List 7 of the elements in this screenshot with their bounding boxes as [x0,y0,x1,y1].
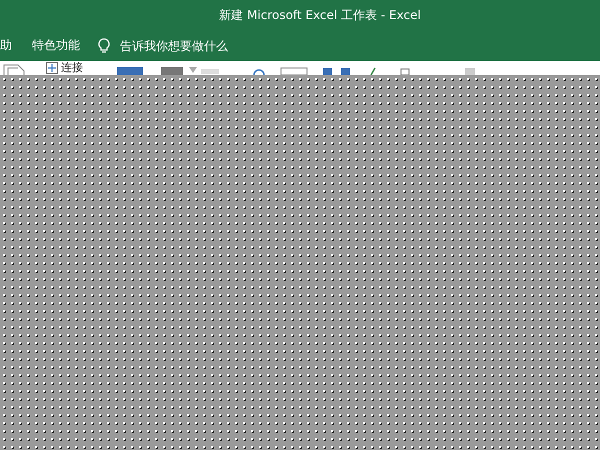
ribbon-tab[interactable]: 助 [0,37,22,54]
table-icon [117,67,143,75]
ribbon-tab[interactable]: 特色功能 [22,37,90,54]
lightbulb-icon [98,38,110,54]
tell-me-field[interactable]: 告诉我你想要做什么 [98,38,262,54]
window-title: 新建 Microsoft Excel 工作表 - Excel [219,6,421,24]
connections-button[interactable]: 连接 [46,61,83,75]
